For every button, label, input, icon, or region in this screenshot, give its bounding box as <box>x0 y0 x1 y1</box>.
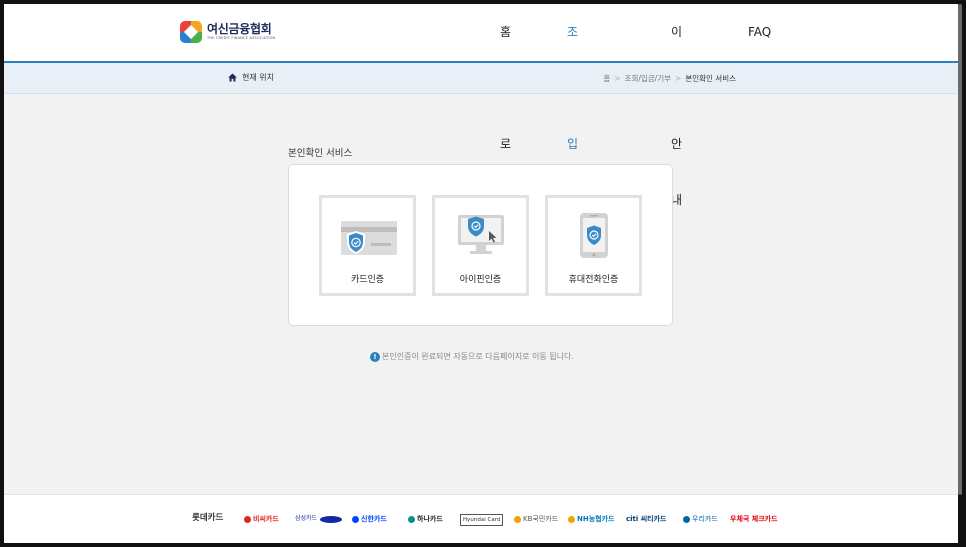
hana-logo-icon <box>408 515 415 523</box>
phone-auth-label: 휴대전화인증 <box>568 275 619 285</box>
home-icon <box>228 73 237 82</box>
breadcrumb: 홈 > 조회/입금/기부 > 본인확인 서비스 <box>603 73 736 84</box>
nav-guide[interactable]: 이용안내 <box>671 4 682 207</box>
logo-name-ko: 여신금융협회 <box>207 22 272 36</box>
info-icon: ! <box>370 351 380 362</box>
partner-nh: NH농협카드 <box>568 514 614 524</box>
ipin-auth-label: 아이핀인증 <box>459 275 502 285</box>
breadcrumb-home[interactable]: 홈 <box>603 73 610 84</box>
location-bar: 현재 위치 홈 > 조회/입금/기부 > 본인확인 서비스 <box>4 63 958 94</box>
breadcrumb-current: 본인확인 서비스 <box>685 74 736 83</box>
nav-inquiry[interactable]: 조회/입금/기부 <box>564 4 585 319</box>
breadcrumb-inquiry[interactable]: 조회/입금/기부 <box>625 73 671 84</box>
samsung-logo-icon <box>320 515 343 523</box>
nh-logo-icon <box>568 515 575 523</box>
partner-lotte: 롯데카드 <box>192 513 224 523</box>
phone-shield-icon <box>579 213 608 258</box>
logo-mark-icon <box>180 21 202 43</box>
nav-faq[interactable]: FAQ <box>748 4 771 63</box>
kb-logo-icon <box>514 515 521 523</box>
location-label: 현재 위치 <box>242 73 274 82</box>
partner-hyundai: Hyundai Card <box>460 514 504 526</box>
auth-notice-text: 본인인증이 완료되면 자동으로 다음페이지로 이동 됩니다. <box>382 352 574 361</box>
partner-footer: 롯데카드 비씨카드 삼성카드 신한카드 하나카드 Hyundai Card KB… <box>4 494 958 543</box>
card-auth-label: 카드인증 <box>350 275 385 285</box>
card-shield-icon <box>340 221 397 255</box>
partner-samsung: 삼성카드 <box>295 514 343 524</box>
partner-woori: 우리카드 <box>683 514 718 524</box>
logo-name-en: THE CREDIT FINANCE ASSOCIATION <box>207 36 276 40</box>
browser-viewport: 여신금융협회 THE CREDIT FINANCE ASSOCIATION 홈으… <box>4 4 958 543</box>
card-auth-button[interactable]: 카드인증 <box>319 195 416 296</box>
breadcrumb-separator: > <box>614 74 621 83</box>
ipin-auth-button[interactable]: 아이핀인증 <box>432 195 529 296</box>
auth-options-panel: 카드인증 아이핀인증 휴대전화인증 <box>288 164 673 326</box>
partner-postoffice: 우체국 체크카드 <box>730 515 778 523</box>
partner-bc: 비씨카드 <box>244 514 279 524</box>
partner-hana: 하나카드 <box>408 514 443 524</box>
page-scrollbar[interactable] <box>958 4 962 495</box>
site-logo[interactable]: 여신금융협회 THE CREDIT FINANCE ASSOCIATION <box>180 21 275 43</box>
monitor-shield-icon <box>457 215 504 254</box>
woori-logo-icon <box>683 515 690 523</box>
phone-auth-button[interactable]: 휴대전화인증 <box>545 195 642 296</box>
partner-shinhan: 신한카드 <box>352 514 387 524</box>
partner-citi: citi 씨티카드 <box>626 515 667 523</box>
auth-notice: ! 본인인증이 완료되면 자동으로 다음페이지로 이동 됩니다. <box>370 351 574 362</box>
site-header: 여신금융협회 THE CREDIT FINANCE ASSOCIATION 홈으… <box>4 4 958 319</box>
nav-home[interactable]: 홈으로 <box>500 4 511 151</box>
breadcrumb-separator: > <box>675 74 682 83</box>
page-title: 본인확인 서비스 <box>288 148 353 159</box>
bc-logo-icon <box>244 515 251 523</box>
partner-kb: KB국민카드 <box>514 514 558 524</box>
shinhan-logo-icon <box>352 515 359 523</box>
